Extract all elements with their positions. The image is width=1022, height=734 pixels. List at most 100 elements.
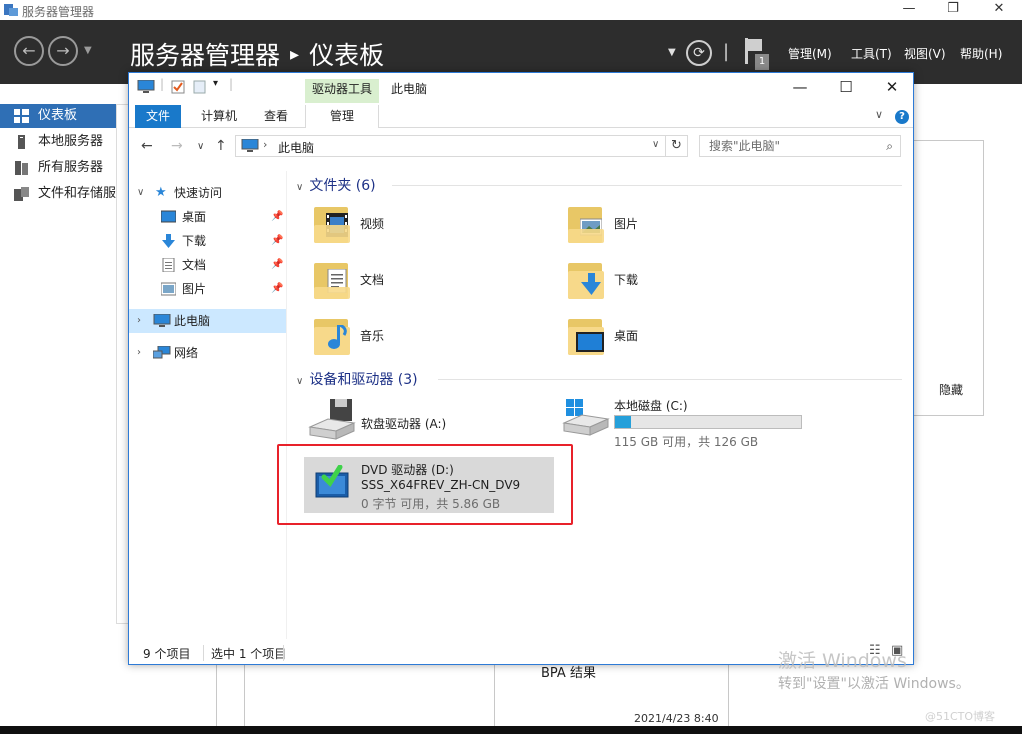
content-pane: ∨ 文件夹 (6) 视频 图片 文档 下载 音乐 桌面 ∨ 设备和驱动器 (3)… — [288, 171, 913, 639]
tab-computer[interactable]: 计算机 — [189, 105, 249, 128]
sidebar-item-file-storage[interactable]: 文件和存储服 — [0, 182, 130, 206]
breadcrumb-app[interactable]: 服务器管理器 — [130, 41, 280, 70]
menu-manage[interactable]: 管理(M) — [788, 45, 832, 62]
breadcrumb: 服务器管理器 ▸ 仪表板 — [130, 36, 384, 72]
chevron-down-icon[interactable]: ∨ — [137, 181, 144, 205]
nav-item-desktop[interactable]: 桌面 📌 — [129, 205, 286, 229]
drive-local-c[interactable]: 本地磁盘 (C:) 115 GB 可用，共 126 GB — [560, 393, 810, 455]
nav-label: 网络 — [174, 346, 199, 360]
folder-documents[interactable]: 文档 — [288, 255, 528, 305]
navigation-pane: ∨ ★ 快速访问 桌面 📌 下载 📌 文档 📌 图片 📌 › 此电脑 › 网络 — [129, 171, 287, 639]
properties-icon[interactable] — [171, 80, 185, 94]
refresh-icon[interactable]: ↻ — [666, 135, 688, 157]
ribbon-expand-chevron-icon[interactable]: ∨ — [875, 108, 883, 121]
help-icon[interactable]: ? — [895, 110, 909, 124]
nav-quick-access[interactable]: ∨ ★ 快速访问 — [129, 181, 286, 205]
star-icon: ★ — [155, 185, 167, 200]
restore-button[interactable]: ❐ — [938, 0, 968, 20]
server-icon — [18, 135, 25, 149]
nav-item-documents[interactable]: 文档 📌 — [129, 253, 286, 277]
network-icon — [153, 346, 171, 359]
new-folder-icon[interactable] — [193, 80, 207, 94]
forward-button[interactable]: → — [48, 36, 78, 66]
sidebar-item-label: 文件和存储服 — [38, 186, 117, 201]
search-icon[interactable]: ⌕ — [886, 136, 893, 156]
pin-icon[interactable]: 📌 — [271, 253, 283, 277]
menu-view[interactable]: 视图(V) — [904, 45, 946, 62]
refresh-icon[interactable]: ⟳ — [686, 40, 712, 66]
chevron-right-icon[interactable]: › — [137, 341, 141, 365]
hide-link[interactable]: 隐藏 — [939, 381, 963, 398]
address-bar[interactable]: › 此电脑 ∨ — [235, 135, 666, 157]
menu-tools[interactable]: 工具(T) — [851, 45, 892, 62]
folder-label: 桌面 — [614, 329, 639, 343]
sidebar-item-label: 所有服务器 — [38, 160, 104, 175]
chevron-down-icon[interactable]: ∨ — [652, 139, 659, 150]
folders-group-header[interactable]: ∨ 文件夹 (6) — [296, 175, 906, 195]
drive-usage-bar — [614, 415, 802, 429]
explorer-titlebar: | ▾ | 驱动器工具 此电脑 — ☐ ✕ — [129, 73, 913, 103]
close-button[interactable]: ✕ — [869, 75, 915, 101]
breadcrumb-separator: ▸ — [290, 44, 300, 65]
maximize-button[interactable]: ☐ — [823, 75, 869, 101]
close-button[interactable]: ✕ — [984, 0, 1014, 20]
pictures-folder-icon — [568, 203, 604, 243]
downloads-folder-icon — [568, 259, 604, 299]
folder-pictures[interactable]: 图片 — [542, 199, 782, 249]
minimize-button[interactable]: — — [777, 75, 823, 101]
download-icon — [162, 234, 175, 248]
pin-icon[interactable]: 📌 — [271, 205, 283, 229]
drive-tools-tab-group: 驱动器工具 — [305, 79, 379, 103]
folder-desktop[interactable]: 桌面 — [542, 311, 782, 361]
chevron-right-icon[interactable]: › — [137, 309, 141, 333]
drive-free-space: 115 GB 可用，共 126 GB — [614, 435, 759, 449]
sidebar-item-all-servers[interactable]: 所有服务器 — [0, 156, 130, 180]
sidebar-item-local-server[interactable]: 本地服务器 — [0, 130, 130, 154]
chevron-down-icon[interactable]: ∨ — [296, 376, 303, 387]
nav-label: 此电脑 — [174, 314, 211, 328]
chevron-down-icon[interactable]: ▼ — [668, 47, 676, 58]
pin-icon[interactable]: 📌 — [271, 277, 283, 301]
drive-label: 软盘驱动器 (A:) — [361, 417, 447, 431]
folder-music[interactable]: 音乐 — [288, 311, 528, 361]
taskbar — [0, 726, 1022, 734]
divider — [203, 645, 204, 661]
minimize-button[interactable]: — — [894, 0, 924, 20]
back-arrow-icon[interactable]: ← — [141, 138, 153, 154]
up-arrow-icon[interactable]: ↑ — [215, 138, 227, 154]
tab-manage[interactable]: 管理 — [305, 105, 379, 128]
tab-view[interactable]: 查看 — [253, 105, 299, 128]
breadcrumb-page: 仪表板 — [309, 41, 385, 70]
floppy-drive-icon — [308, 399, 356, 440]
this-pc-icon — [241, 139, 259, 152]
divider — [438, 379, 902, 380]
recent-locations-icon[interactable]: ∨ — [197, 141, 204, 152]
notifications-flag-icon[interactable]: 1 — [745, 38, 769, 72]
tab-file[interactable]: 文件 — [135, 105, 181, 128]
history-dropdown-icon[interactable]: ▼ — [84, 45, 92, 56]
folder-downloads[interactable]: 下载 — [542, 255, 782, 305]
sidebar-item-dashboard[interactable]: 仪表板 — [0, 104, 130, 128]
divider — [283, 645, 284, 661]
pin-icon[interactable]: 📌 — [271, 229, 283, 253]
drive-label: 本地磁盘 (C:) — [614, 399, 688, 413]
customize-qat-icon[interactable]: ▾ — [213, 78, 227, 92]
address-crumb[interactable]: 此电脑 — [278, 139, 314, 156]
forward-arrow-icon[interactable]: → — [171, 138, 183, 154]
nav-item-network[interactable]: › 网络 — [129, 341, 286, 365]
folder-videos[interactable]: 视频 — [288, 199, 528, 249]
search-input[interactable]: 搜索"此电脑" ⌕ — [699, 135, 901, 157]
folder-label: 下载 — [614, 273, 639, 287]
nav-item-pictures[interactable]: 图片 📌 — [129, 277, 286, 301]
desktop-folder-icon — [568, 315, 604, 355]
divider — [216, 659, 217, 734]
back-button[interactable]: ← — [14, 36, 44, 66]
chevron-down-icon[interactable]: ∨ — [296, 182, 303, 193]
nav-item-this-pc[interactable]: › 此电脑 — [129, 309, 286, 333]
videos-folder-icon — [314, 203, 350, 243]
chevron-right-icon[interactable]: › — [263, 138, 267, 151]
folder-label: 文档 — [360, 273, 385, 287]
menu-help[interactable]: 帮助(H) — [960, 45, 1002, 62]
devices-group-header[interactable]: ∨ 设备和驱动器 (3) — [296, 369, 906, 389]
nav-item-downloads[interactable]: 下载 📌 — [129, 229, 286, 253]
